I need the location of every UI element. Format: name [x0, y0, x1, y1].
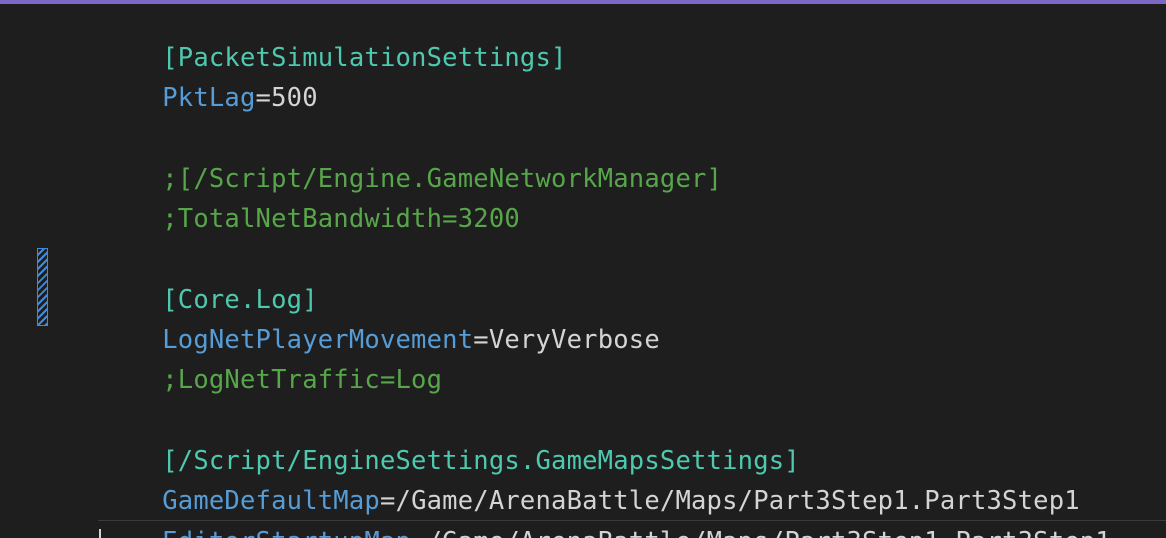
code-line-comment-lognettraffic: ;LogNetTraffic=Log [100, 326, 442, 395]
code-line-gamedefaultmap: GameDefaultMap=/Game/ArenaBattle/Maps/Pa… [100, 447, 1080, 516]
code-line-pktlag: PktLag=500 [100, 44, 318, 113]
text-cursor [99, 529, 101, 538]
code-line-section-packet-simulation: [PacketSimulationSettings] [100, 4, 567, 73]
setting-value: VeryVerbose [488, 325, 660, 355]
setting-value: 500 [271, 83, 318, 113]
code-line-section-core-log: [Core.Log] [100, 246, 318, 315]
code-line-lognetplayermovement: LogNetPlayerMovement=VeryVerbose [100, 286, 660, 355]
current-line-highlight [98, 520, 1166, 538]
equals-sign: = [255, 83, 272, 113]
setting-key: PktLag [162, 83, 256, 113]
comment-text: ;LogNetTraffic=Log [162, 365, 443, 395]
equals-sign: = [473, 325, 489, 355]
code-editor[interactable]: [PacketSimulationSettings] PktLag=500 ;[… [0, 4, 1166, 538]
code-line-comment-bandwidth: ;TotalNetBandwidth=3200 [100, 165, 520, 234]
code-line-section-game-maps-settings: [/Script/EngineSettings.GameMapsSettings… [100, 407, 800, 476]
code-line-comment-network-manager: ;[/Script/Engine.GameNetworkManager] [100, 125, 722, 194]
comment-text: ;TotalNetBandwidth=3200 [162, 204, 520, 234]
modified-lines-marker-icon[interactable] [37, 248, 48, 326]
